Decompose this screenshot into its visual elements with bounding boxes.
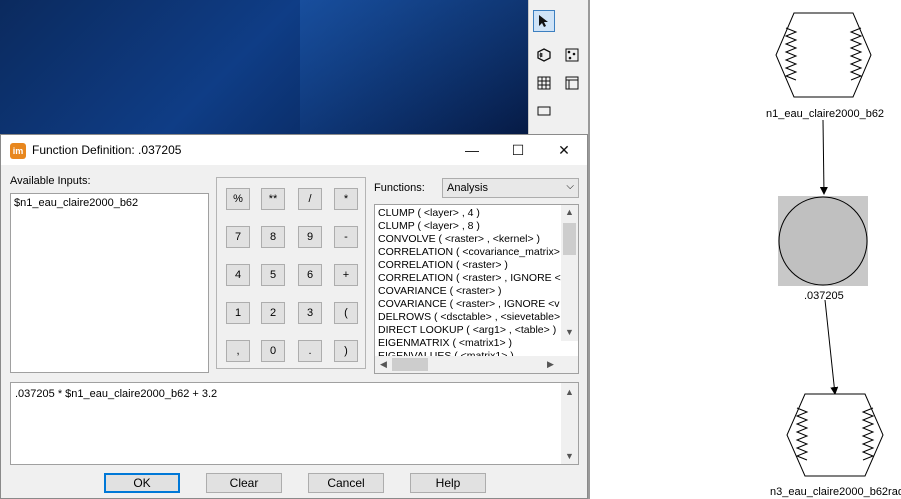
key-decimal[interactable]: . [298, 340, 322, 362]
function-node-label: .037205 [804, 290, 844, 302]
scroll-down-icon[interactable]: ▼ [561, 327, 578, 337]
connector-2 [824, 299, 839, 395]
key-0[interactable]: 0 [261, 340, 285, 362]
key-percent[interactable]: % [226, 188, 250, 210]
model-canvas: n1_eau_claire2000_b62 .037205 n3_eau_cla… [591, 0, 901, 499]
available-inputs-label: Available Inputs: [10, 175, 91, 187]
key-4[interactable]: 4 [226, 264, 250, 286]
functions-category-value: Analysis [447, 182, 488, 194]
model-graph [775, 12, 884, 477]
key-power[interactable]: ** [261, 188, 285, 210]
expression-text[interactable]: .037205 * $n1_eau_claire2000_b62 + 3.2 [15, 388, 217, 400]
input-node-label: n1_eau_claire2000_b62 [766, 108, 885, 120]
list-item[interactable]: CLUMP ( <layer> , 8 ) [378, 220, 480, 233]
key-3[interactable]: 3 [298, 302, 322, 324]
connector-1 [819, 119, 828, 195]
expression-scrollbar[interactable]: ▲ ▼ [561, 383, 578, 464]
desktop-glow [300, 0, 528, 136]
key-close-paren[interactable]: ) [334, 340, 358, 362]
key-minus[interactable]: - [334, 226, 358, 248]
scroll-down-icon[interactable]: ▼ [561, 451, 578, 461]
key-open-paren[interactable]: ( [334, 302, 358, 324]
key-comma[interactable]: , [226, 340, 250, 362]
clear-button[interactable]: Clear [206, 473, 282, 493]
imagine-app-icon: im [10, 143, 26, 159]
maximize-button[interactable]: ☐ [495, 135, 541, 165]
chevron-down-icon: ⌵ [566, 181, 574, 192]
cursor-arrow-icon[interactable] [533, 10, 555, 32]
scroll-right-icon[interactable]: ▶ [542, 359, 559, 370]
list-item[interactable]: COVARIANCE ( <raster> , IGNORE <v [378, 298, 560, 311]
ok-button[interactable]: OK [104, 473, 180, 493]
keypad: % ** / * 7 8 9 - 4 5 6 + 1 2 3 ( , 0 . ) [216, 177, 366, 369]
scroll-left-icon[interactable]: ◀ [375, 359, 392, 370]
function-node[interactable] [778, 196, 868, 286]
dialog-title: Function Definition: .037205 [32, 143, 182, 157]
key-1[interactable]: 1 [226, 302, 250, 324]
scroll-thumb[interactable] [392, 358, 428, 371]
available-inputs-list[interactable]: $n1_eau_claire2000_b62 [10, 193, 209, 373]
functions-label: Functions: [374, 182, 425, 194]
tool-palette [528, 0, 589, 136]
pane-divider[interactable] [588, 0, 590, 499]
table-icon[interactable] [533, 72, 555, 94]
output-node-label: n3_eau_claire2000_b62rad [770, 486, 901, 498]
scroll-thumb[interactable] [563, 223, 576, 255]
key-5[interactable]: 5 [261, 264, 285, 286]
list-item[interactable]: CORRELATION ( <raster> ) [378, 259, 508, 272]
functions-horizontal-scrollbar[interactable]: ◀ ▶ [375, 356, 578, 373]
list-item[interactable]: EIGENMATRIX ( <matrix1> ) [378, 337, 512, 350]
functions-vertical-scrollbar[interactable]: ▲ ▼ [561, 205, 578, 341]
key-7[interactable]: 7 [226, 226, 250, 248]
list-item[interactable]: CLUMP ( <layer> , 4 ) [378, 207, 480, 220]
functions-list[interactable]: CLUMP ( <layer> , 4 ) CLUMP ( <layer> , … [374, 204, 579, 374]
minimize-button[interactable]: — [449, 135, 495, 165]
list-item[interactable]: CONVOLVE ( <raster> , <kernel> ) [378, 233, 540, 246]
list-item[interactable]: $n1_eau_claire2000_b62 [14, 197, 138, 209]
vector-object-icon[interactable] [561, 44, 583, 66]
cancel-button[interactable]: Cancel [308, 473, 384, 493]
raster-object-icon[interactable] [533, 44, 555, 66]
key-multiply[interactable]: * [334, 188, 358, 210]
list-item[interactable]: COVARIANCE ( <raster> ) [378, 285, 502, 298]
desktop-background [0, 0, 528, 136]
key-8[interactable]: 8 [261, 226, 285, 248]
function-definition-dialog: im Function Definition: .037205 — ☐ ✕ Av… [0, 134, 588, 499]
list-item[interactable]: CORRELATION ( <covariance_matrix> [378, 246, 560, 259]
output-raster-node[interactable] [786, 393, 884, 477]
rectangle-icon[interactable] [533, 100, 555, 122]
expression-editor[interactable]: .037205 * $n1_eau_claire2000_b62 + 3.2 ▲… [10, 382, 579, 465]
functions-category-select[interactable]: Analysis ⌵ [442, 178, 579, 198]
list-item[interactable]: DELROWS ( <dsctable> , <sievetable> [378, 311, 560, 324]
close-button[interactable]: ✕ [541, 135, 587, 165]
scroll-up-icon[interactable]: ▲ [561, 207, 578, 217]
title-bar[interactable]: im Function Definition: .037205 — ☐ ✕ [1, 135, 587, 165]
list-item[interactable]: CORRELATION ( <raster> , IGNORE < [378, 272, 561, 285]
list-item[interactable]: DIRECT LOOKUP ( <arg1> , <table> ) [378, 324, 556, 337]
input-raster-node[interactable] [775, 12, 872, 98]
help-button[interactable]: Help [410, 473, 486, 493]
key-divide[interactable]: / [298, 188, 322, 210]
key-9[interactable]: 9 [298, 226, 322, 248]
key-6[interactable]: 6 [298, 264, 322, 286]
matrix-icon[interactable] [561, 72, 583, 94]
key-2[interactable]: 2 [261, 302, 285, 324]
key-plus[interactable]: + [334, 264, 358, 286]
scroll-up-icon[interactable]: ▲ [561, 387, 578, 397]
